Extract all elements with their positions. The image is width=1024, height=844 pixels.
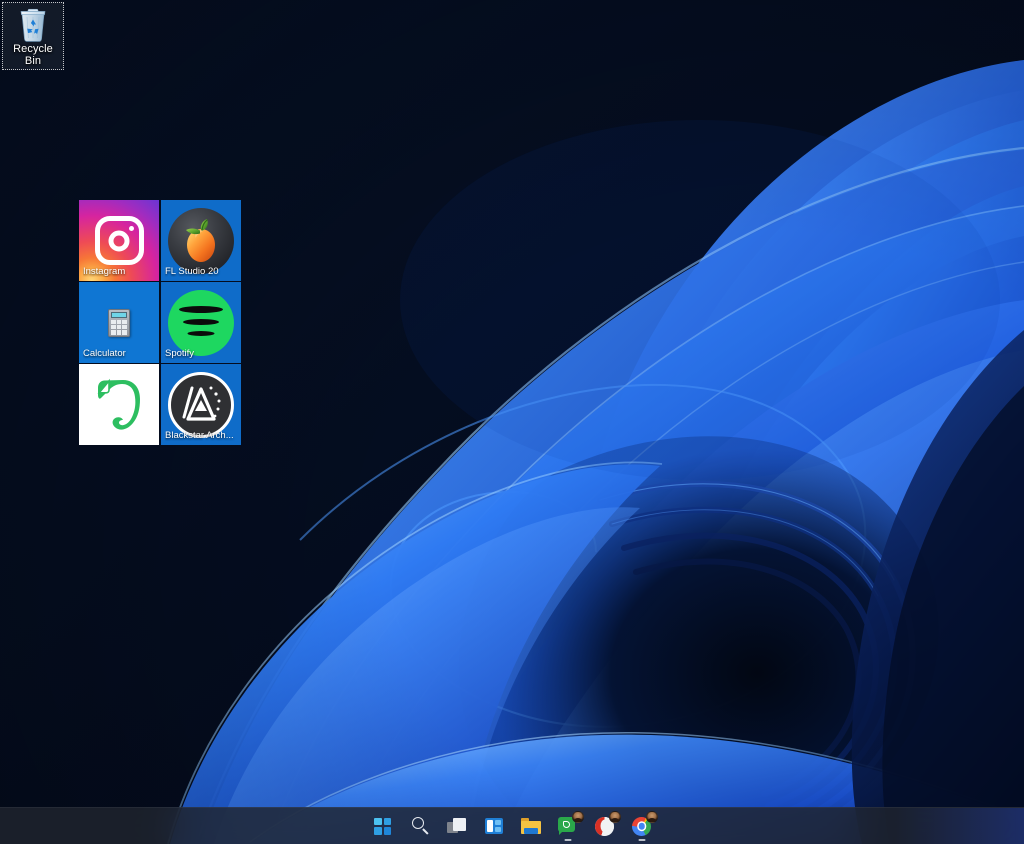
widgets-icon — [485, 818, 503, 834]
tile-label-calculator: Calculator — [83, 348, 157, 359]
evernote-icon — [79, 364, 159, 445]
tile-label-blackstar-architect: Blackstar Arch... — [165, 430, 239, 441]
running-indicator — [638, 839, 645, 841]
taskbar-item-opera[interactable] — [587, 810, 623, 842]
desktop-root[interactable]: Recycle Bin Instagram — [0, 0, 1024, 844]
avatar-badge — [609, 811, 621, 823]
taskbar-item-start[interactable] — [365, 810, 401, 842]
fl-studio-fruit-glyph — [178, 217, 224, 265]
tile-fl-studio[interactable]: FL Studio 20 — [161, 200, 241, 281]
recycle-bin-icon — [16, 6, 50, 42]
running-indicator — [564, 839, 571, 841]
taskbar-item-whatsapp[interactable] — [550, 810, 586, 842]
tile-label-fl-studio: FL Studio 20 — [165, 266, 239, 277]
tile-instagram[interactable]: Instagram — [79, 200, 159, 281]
desktop-tile-grid[interactable]: Instagram — [79, 200, 241, 445]
blackstar-a-glyph — [171, 375, 231, 435]
taskbar-item-widgets[interactable] — [476, 810, 512, 842]
tile-spotify[interactable]: Spotify — [161, 282, 241, 363]
taskbar-item-search[interactable] — [402, 810, 438, 842]
tile-label-spotify: Spotify — [165, 348, 239, 359]
recycle-bin-label: Recycle Bin — [5, 43, 61, 67]
task-view-icon — [447, 818, 467, 834]
windows-start-icon — [374, 818, 391, 835]
tile-calculator[interactable]: Calculator — [79, 282, 159, 363]
taskbar-right-tint — [894, 808, 1024, 844]
avatar-badge — [572, 811, 584, 823]
desktop-icon-recycle-bin[interactable]: Recycle Bin — [2, 2, 64, 70]
taskbar-item-file-explorer[interactable] — [513, 810, 549, 842]
evernote-elephant-glyph — [93, 376, 145, 434]
taskbar-item-chrome[interactable] — [624, 810, 660, 842]
folder-icon — [521, 818, 541, 834]
search-icon — [411, 817, 429, 835]
tile-blackstar-architect[interactable]: Blackstar Arch... — [161, 364, 241, 445]
tile-label-instagram: Instagram — [83, 266, 157, 277]
avatar-badge — [646, 811, 658, 823]
taskbar[interactable] — [0, 807, 1024, 844]
tile-evernote[interactable] — [79, 364, 159, 445]
taskbar-item-task-view[interactable] — [439, 810, 475, 842]
taskbar-items[interactable] — [365, 810, 660, 842]
